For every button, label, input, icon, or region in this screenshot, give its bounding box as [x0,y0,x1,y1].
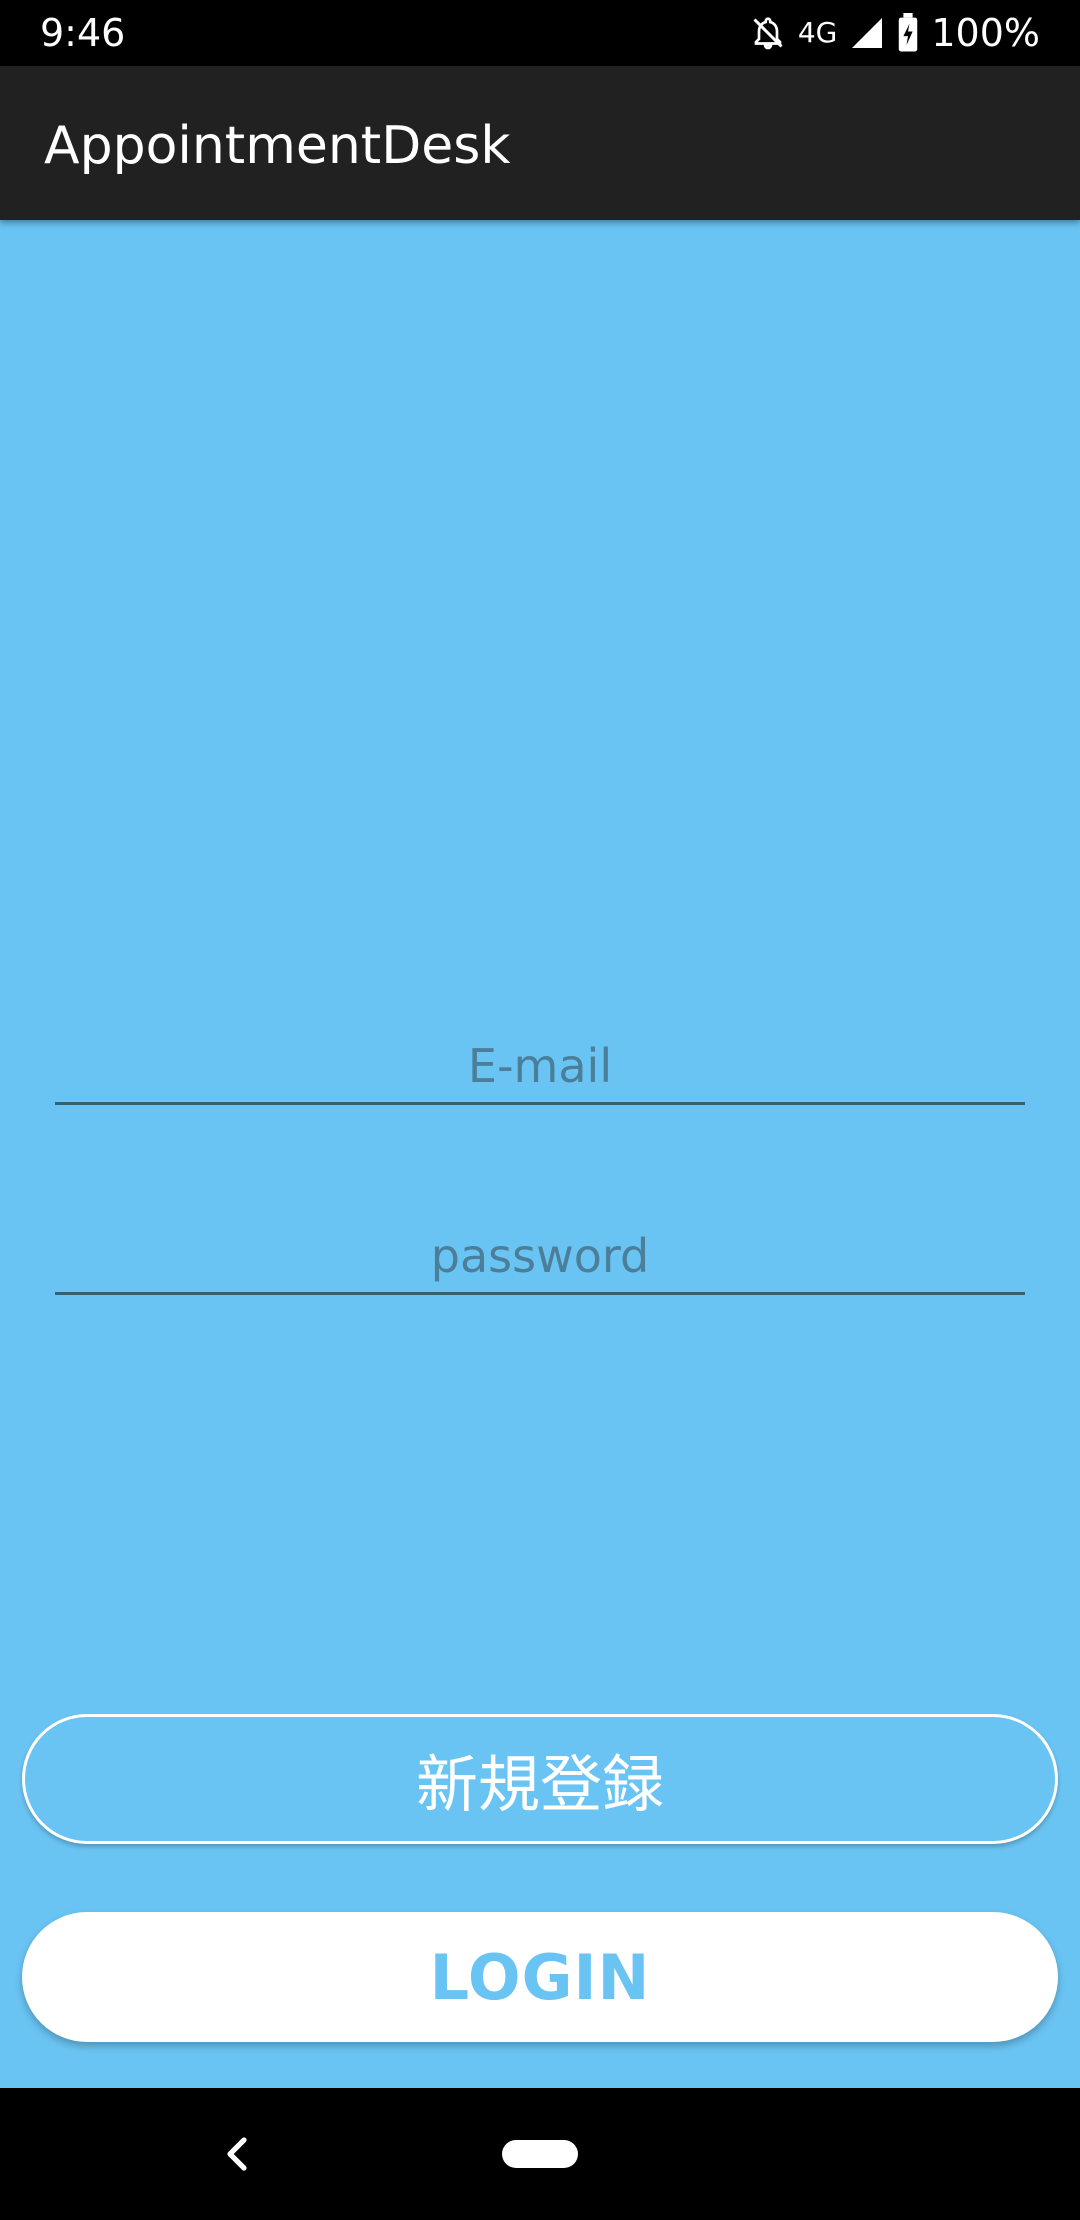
password-field[interactable] [55,1202,1025,1292]
status-time: 9:46 [40,11,126,55]
login-button-label: LOGIN [429,1940,651,2014]
register-button-label: 新規登録 [415,1748,664,1821]
login-screen: 新規登録 LOGIN [0,220,1080,2088]
navigation-bar [0,2088,1080,2220]
notifications-off-icon [750,13,786,53]
signal-icon [849,15,885,51]
battery-percent: 100% [931,11,1040,55]
battery-charging-icon [897,13,919,53]
register-button[interactable]: 新規登録 [22,1714,1058,1844]
app-bar: AppointmentDesk [0,66,1080,220]
back-icon[interactable] [218,2132,258,2176]
email-field[interactable] [55,1012,1025,1102]
network-type: 4G [797,16,838,49]
app-title: AppointmentDesk [44,116,511,176]
password-field-container [55,1202,1025,1295]
status-icons: 4G 100% [750,10,1040,56]
login-button[interactable]: LOGIN [22,1912,1058,2042]
status-bar: 9:46 4G 100% [0,0,1080,66]
email-field-container [55,1012,1025,1105]
home-pill-icon[interactable] [502,2140,578,2168]
